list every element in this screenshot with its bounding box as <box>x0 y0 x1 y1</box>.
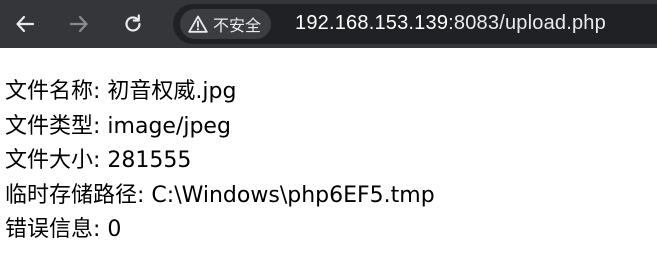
page-content: 文件名称: 初音权威.jpg 文件类型: image/jpeg 文件大小: 28… <box>5 75 655 248</box>
security-label: 不安全 <box>213 16 262 35</box>
info-label: 文件名称 <box>5 79 94 104</box>
info-value: C:\Windows\php6EF5.tmp <box>151 182 435 208</box>
info-value: image/jpeg <box>107 113 231 139</box>
info-line-type: 文件类型: image/jpeg <box>5 110 655 145</box>
info-line-name: 文件名称: 初音权威.jpg <box>5 75 655 110</box>
info-line-tmp-path: 临时存储路径: C:\Windows\php6EF5.tmp <box>5 179 655 214</box>
forward-button[interactable] <box>64 9 94 39</box>
address-bar[interactable]: 不安全 192.168.153.139:8083/upload.php <box>173 4 657 44</box>
warning-triangle-icon <box>188 15 208 33</box>
info-line-error: 错误信息: 0 <box>5 213 655 248</box>
url-path: :8083/upload.php <box>448 12 606 34</box>
info-label: 文件大小 <box>5 148 94 173</box>
info-separator: : <box>93 217 108 242</box>
info-value: 281555 <box>107 148 192 173</box>
reload-button[interactable] <box>118 9 148 39</box>
info-separator: : <box>137 182 152 208</box>
info-separator: : <box>93 79 108 104</box>
info-value: 初音权威.jpg <box>107 79 237 104</box>
url-text[interactable]: 192.168.153.139:8083/upload.php <box>295 12 606 35</box>
info-label: 错误信息 <box>5 217 94 242</box>
security-indicator[interactable]: 不安全 <box>180 9 272 39</box>
info-label: 文件类型 <box>5 113 94 139</box>
browser-toolbar: 不安全 192.168.153.139:8083/upload.php <box>0 0 657 48</box>
info-label: 临时存储路径 <box>5 182 138 208</box>
info-separator: : <box>93 113 108 139</box>
arrow-left-icon <box>16 15 35 33</box>
back-button[interactable] <box>10 9 40 39</box>
info-separator: : <box>93 148 108 173</box>
arrow-right-icon <box>69 15 88 33</box>
url-host: 192.168.153.139 <box>295 12 449 34</box>
info-value: 0 <box>107 217 122 242</box>
info-line-size: 文件大小: 281555 <box>5 144 655 179</box>
reload-icon <box>125 14 141 32</box>
